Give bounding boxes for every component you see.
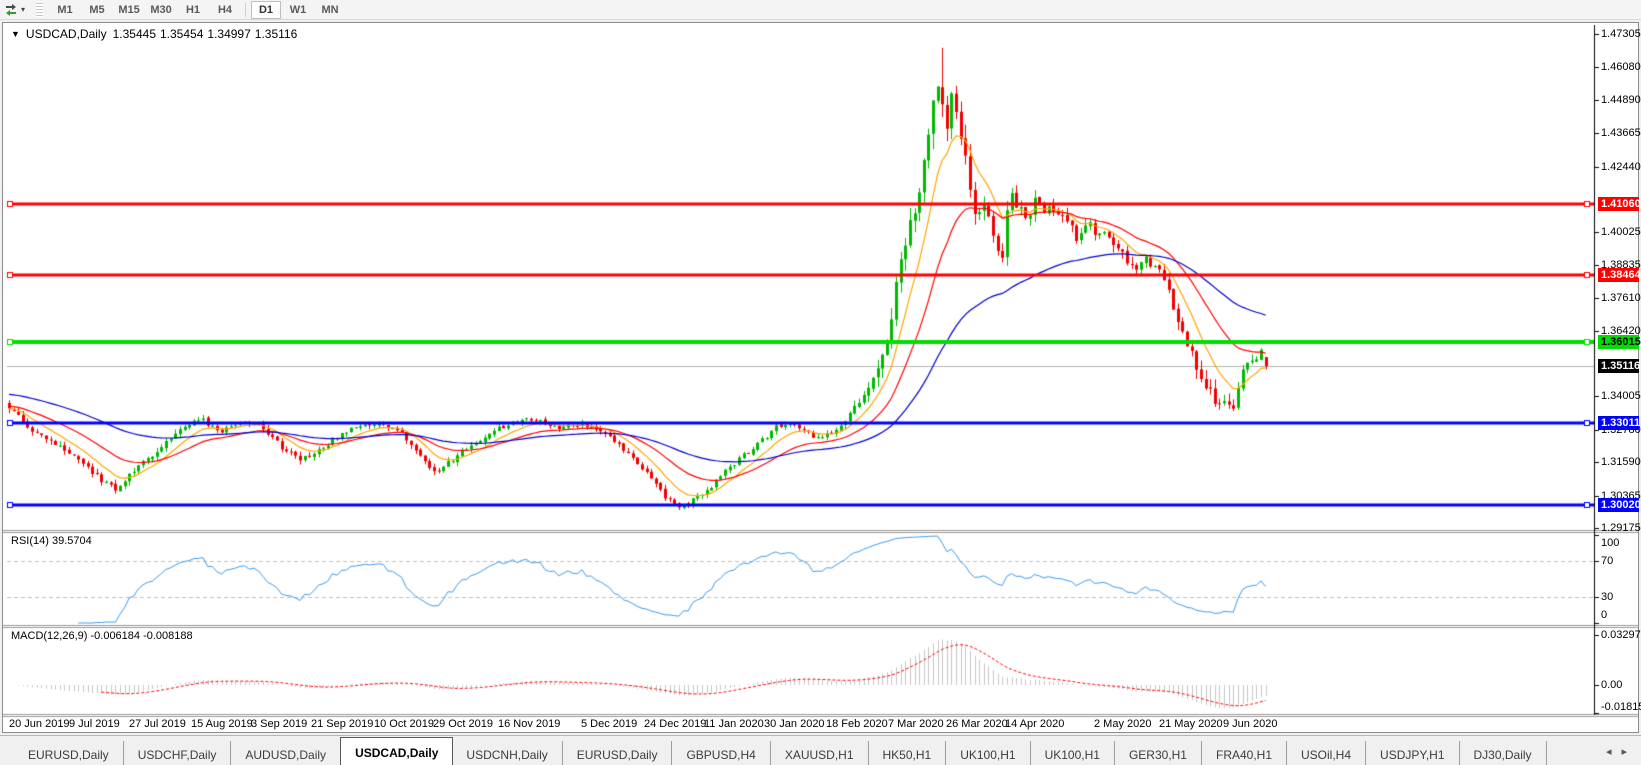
price-level-tag: 1.38464 <box>1598 267 1641 282</box>
price-axis-label: 1.43665 <box>1601 127 1641 140</box>
chart-ohlc-readout: ▼ USDCAD,Daily 1.35445 1.35454 1.34997 1… <box>11 27 297 41</box>
date-axis-label: 21 Sep 2019 <box>311 718 374 730</box>
rsi-indicator-label: RSI(14) 39.5704 <box>11 535 92 547</box>
tab-scroll-left-icon[interactable]: ◂ <box>1606 745 1612 758</box>
bar-close-value: 1.35116 <box>254 27 298 41</box>
chart-tab-eurusd-daily[interactable]: EURUSD,Daily <box>563 741 673 765</box>
rsi-axis-label: 70 <box>1601 555 1614 567</box>
date-axis-label: 7 Mar 2020 <box>888 718 944 730</box>
chart-tools-icon <box>6 3 16 16</box>
timeframe-button-h4[interactable]: H4 <box>210 1 240 19</box>
macd-indicator-label: MACD(12,26,9) -0.006184 -0.008188 <box>11 630 193 642</box>
date-axis-label: 2 May 2020 <box>1094 718 1152 730</box>
timeframe-toolbar: ▾ M1 M5 M15 M30 H1 H4 D1 W1 MN <box>0 0 1641 20</box>
price-level-tag: 1.33011 <box>1598 416 1640 431</box>
price-level-tag: 1.30020 <box>1598 497 1641 512</box>
chevron-down-icon: ▾ <box>21 5 26 14</box>
bar-open-value: 1.35445 <box>112 27 156 41</box>
price-axis-label: 1.46080 <box>1601 61 1641 74</box>
timeframe-button-d1[interactable]: D1 <box>251 0 282 19</box>
price-axis-label: 1.37610 <box>1601 292 1641 305</box>
title-dropdown-icon: ▼ <box>11 29 20 39</box>
chart-tab-usdcnh-daily[interactable]: USDCNH,Daily <box>452 741 563 765</box>
current-price-tag: 1.35116 <box>1598 359 1640 374</box>
rsi-axis-label: 100 <box>1601 537 1620 549</box>
chart-tab-fra40-h1[interactable]: FRA40,H1 <box>1202 741 1288 765</box>
date-axis-label: 16 Nov 2019 <box>498 718 561 730</box>
chart-tab-hk50-h1[interactable]: HK50,H1 <box>869 741 947 765</box>
macd-axis-label: 0.032972 <box>1601 629 1641 641</box>
tab-scroll-right-icon[interactable]: ▸ <box>1621 745 1627 758</box>
date-axis-label: 11 Jan 2020 <box>704 718 764 730</box>
timeframe-button-mn[interactable]: MN <box>315 1 345 19</box>
date-axis-label: 30 Jan 2020 <box>764 718 825 730</box>
timeframe-button-m5[interactable]: M5 <box>82 1 112 19</box>
chart-tabs: EURUSD,Daily USDCHF,Daily AUDUSD,Daily USDC… <box>14 737 1547 765</box>
toolbar-grip-handle[interactable] <box>36 2 44 17</box>
macd-signal-value: -0.008188 <box>143 630 193 642</box>
chart-tab-usoil-h4[interactable]: USOil,H4 <box>1287 741 1367 765</box>
price-axis-label: 1.42440 <box>1601 160 1641 173</box>
price-axis-label: 1.34005 <box>1601 390 1641 403</box>
price-axis-label: 1.31590 <box>1601 456 1641 469</box>
date-axis-label: 10 Oct 2019 <box>374 718 434 730</box>
date-axis-label: 27 Jul 2019 <box>129 718 186 730</box>
chart-tab-usdchf-daily[interactable]: USDCHF,Daily <box>124 741 232 765</box>
price-axis-label: 1.44890 <box>1601 93 1641 106</box>
chart-tab-gbpusd-h4[interactable]: GBPUSD,H4 <box>672 741 771 765</box>
rsi-axis-label: 30 <box>1601 591 1614 603</box>
chart-tab-uk100-h1[interactable]: UK100,H1 <box>946 741 1031 765</box>
macd-axis-label: 0.00 <box>1601 679 1623 691</box>
chart-tab-usdcad-daily[interactable]: USDCAD,Daily <box>340 737 454 765</box>
chart-tab-bar: EURUSD,Daily USDCHF,Daily AUDUSD,Daily USDC… <box>0 735 1641 765</box>
rsi-current-value: 39.5704 <box>51 535 92 547</box>
date-axis-label: 5 Dec 2019 <box>581 718 638 730</box>
date-axis-label: 24 Dec 2019 <box>644 718 707 730</box>
chart-window: ▼ USDCAD,Daily 1.35445 1.35454 1.34997 1… <box>2 22 1641 733</box>
timeframe-button-h1[interactable]: H1 <box>178 1 208 19</box>
chart-tab-xauusd-h1[interactable]: XAUUSD,H1 <box>771 741 869 765</box>
chart-tab-usdjpy-h1[interactable]: USDJPY,H1 <box>1366 741 1460 765</box>
symbol-period-label: USDCAD,Daily <box>25 27 107 41</box>
price-level-tag: 1.36015 <box>1598 334 1641 349</box>
chart-tools-button[interactable]: ▾ <box>0 1 28 19</box>
chart-tab-uk100-h1[interactable]: UK100,H1 <box>1031 741 1115 765</box>
date-axis-label: 18 Feb 2020 <box>826 718 888 730</box>
date-axis-label: 21 May 2020 <box>1159 718 1223 730</box>
chart-tab-dj30-daily[interactable]: DJ30,Daily <box>1460 741 1547 765</box>
macd-axis-label: -0.01815 <box>1601 701 1641 713</box>
date-axis-label: 15 Aug 2019 <box>191 718 253 730</box>
date-axis-label: 9 Jul 2019 <box>69 718 120 730</box>
timeframe-button-m15[interactable]: M15 <box>114 1 144 19</box>
macd-main-value: -0.006184 <box>90 630 141 642</box>
timeframe-button-m30[interactable]: M30 <box>146 1 176 19</box>
price-axis-label: 1.47305 <box>1601 28 1641 40</box>
bar-high-value: 1.35454 <box>160 27 204 41</box>
chart-tab-eurusd-daily[interactable]: EURUSD,Daily <box>14 741 124 765</box>
date-axis-label: 26 Mar 2020 <box>946 718 1008 730</box>
tab-scroll-controls: ◂ ▸ <box>1606 737 1627 765</box>
bar-low-value: 1.34997 <box>207 27 251 41</box>
chart-tab-audusd-daily[interactable]: AUDUSD,Daily <box>231 741 342 765</box>
date-axis-label: 3 Sep 2019 <box>251 718 308 730</box>
date-axis-label: 20 Jun 2019 <box>9 718 70 730</box>
date-axis-label: 29 Oct 2019 <box>433 718 493 730</box>
price-axis-label: 1.29175 <box>1601 522 1641 534</box>
rsi-axis-label: 0 <box>1601 609 1608 621</box>
price-chart-canvas[interactable] <box>3 23 1638 732</box>
date-axis-label: 14 Apr 2020 <box>1005 718 1065 730</box>
price-axis-label: 1.40025 <box>1601 226 1641 239</box>
date-axis-label: 9 Jun 2020 <box>1223 718 1278 730</box>
timeframe-button-m1[interactable]: M1 <box>50 1 80 19</box>
timeframe-button-w1[interactable]: W1 <box>283 1 313 19</box>
price-level-tag: 1.41060 <box>1598 197 1641 212</box>
timeframe-buttons-group: M1 M5 M15 M30 H1 H4 D1 W1 MN <box>49 0 346 19</box>
toolbar-separator <box>245 2 247 17</box>
chart-tab-ger30-h1[interactable]: GER30,H1 <box>1115 741 1202 765</box>
